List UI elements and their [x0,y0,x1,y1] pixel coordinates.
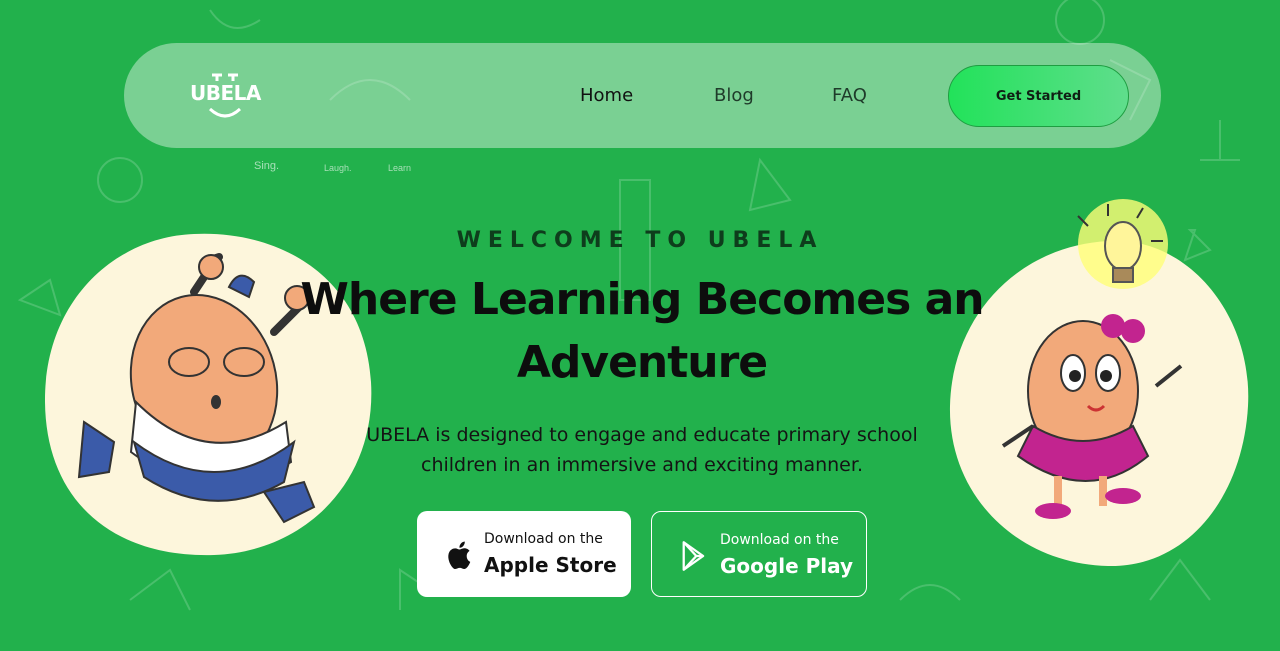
hero-eyebrow: WELCOME TO UBELA [456,228,824,253]
tagline-learn: Learn [388,163,412,173]
apple-store-button[interactable]: Download on the Apple Store [417,511,631,597]
nav-blog[interactable]: Blog [714,85,754,106]
hero-description: UBELA is designed to engage and educate … [366,424,918,476]
hero-title: Where Learning Becomes an Adventure [300,274,984,388]
tagline-sing: Sing. [254,160,280,172]
apple-store-label: Apple Store [484,553,617,577]
get-started-button[interactable]: Get Started [948,65,1129,127]
nav-faq[interactable]: FAQ [832,85,867,106]
navbar: UBELA Home Blog FAQ Get Started [124,43,1161,148]
google-play-label: Google Play [720,554,854,578]
apple-icon [448,541,471,570]
google-play-small-label: Download on the [720,532,839,548]
tagline-laugh: Laugh. [324,163,352,173]
ubela-logo[interactable]: UBELA [190,71,261,121]
apple-store-small-label: Download on the [484,531,603,547]
play-icon [682,541,705,571]
google-play-button[interactable]: Download on the Google Play [651,511,867,597]
nav-home[interactable]: Home [580,85,633,106]
logo-text: UBELA [190,81,261,105]
